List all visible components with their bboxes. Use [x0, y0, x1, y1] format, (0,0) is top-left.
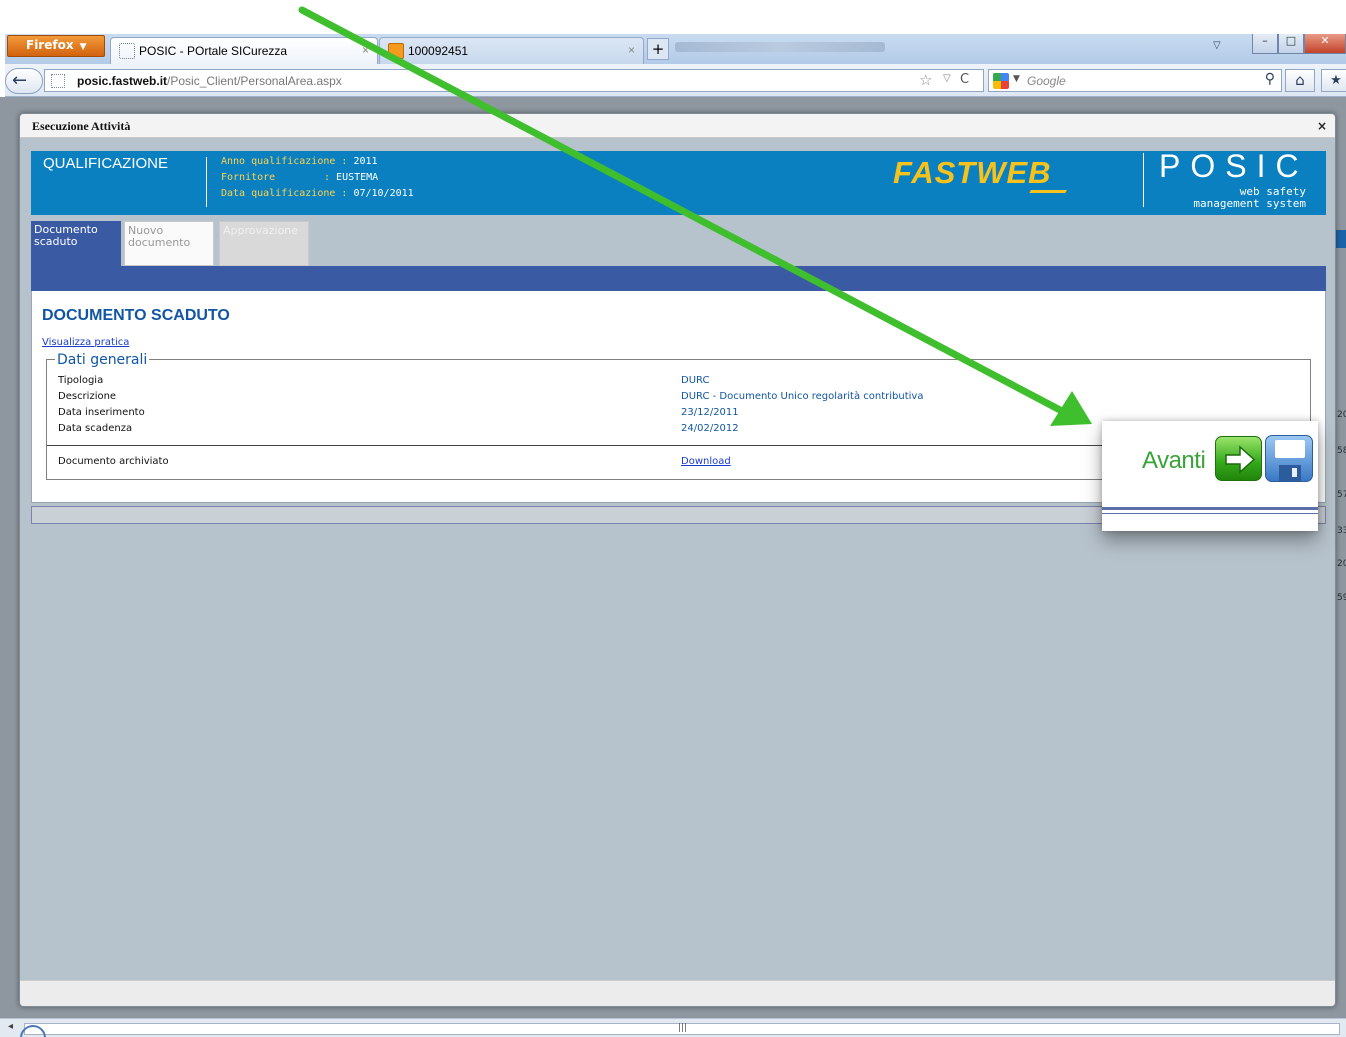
search-icon[interactable]: ⚲ — [1265, 71, 1275, 87]
address-bar[interactable]: posic.fastweb.it/Posic_Client/PersonalAr… — [44, 69, 984, 92]
background-number: 20 — [1337, 410, 1346, 420]
activity-dialog: Esecuzione Attività × QUALIFICAZIONE Ann… — [19, 113, 1336, 1007]
search-placeholder: Google — [1027, 74, 1066, 88]
close-window-button[interactable]: ✕ — [1304, 34, 1346, 54]
new-tab-button[interactable]: + — [647, 38, 669, 60]
search-engine-dropdown-icon[interactable]: ▼ — [1013, 74, 1020, 84]
page-icon — [119, 43, 135, 59]
row-label: Descrizione — [58, 391, 117, 402]
row-label: Data scadenza — [58, 423, 133, 434]
google-icon[interactable] — [993, 73, 1009, 89]
header-field-date: Data qualificazione : 07/10/2011 — [221, 188, 414, 199]
feed-icon — [388, 43, 404, 59]
dialog-footer — [20, 980, 1335, 1006]
history-dropdown-icon[interactable]: ▽ — [943, 73, 951, 84]
close-tab-icon[interactable]: × — [362, 43, 369, 57]
posic-tagline: web safety management system — [1193, 186, 1306, 210]
save-button[interactable] — [1265, 435, 1313, 482]
close-tab-icon[interactable]: × — [628, 43, 635, 57]
horizontal-scrollbar[interactable]: ||| — [24, 1023, 1340, 1035]
callout-divider — [1102, 507, 1318, 510]
view-practice-link[interactable]: Visualizza pratica — [42, 337, 129, 348]
minimize-button[interactable]: – — [1252, 34, 1278, 54]
header-divider — [206, 157, 207, 207]
back-button[interactable]: ← — [5, 68, 43, 94]
bookmarks-icon: ★ — [1330, 73, 1342, 88]
blurred-tab — [675, 42, 885, 52]
scroll-left-icon[interactable]: ◂ — [8, 1021, 13, 1032]
close-dialog-icon[interactable]: × — [1317, 119, 1327, 133]
fastweb-logo-mark — [1029, 187, 1069, 193]
header-field-supplier: Fornitore: EUSTEMA — [221, 172, 379, 183]
posic-logo: POSIC — [1159, 148, 1309, 184]
archived-label: Documento archiviato — [58, 456, 169, 467]
background-number: 59 — [1337, 593, 1346, 603]
row-label: Tipologia — [58, 375, 104, 386]
field-label: Anno qualificazione — [221, 156, 336, 167]
field-label: Fornitore — [221, 172, 276, 183]
background-number: 58 — [1337, 446, 1346, 456]
firefox-menu-button[interactable]: Firefox ▼ — [7, 35, 105, 57]
row-value: 23/12/2011 — [681, 407, 739, 418]
header-divider — [1143, 153, 1144, 207]
tab-title: POSIC - POrtale SICurezza — [139, 44, 288, 58]
tab-approvazione: Approvazione — [219, 221, 309, 266]
back-arrow-icon: ← — [12, 70, 28, 91]
floppy-label-area — [1275, 440, 1305, 458]
row-label: Data inserimento — [58, 407, 145, 418]
background-number: 20 — [1337, 559, 1346, 569]
row-value: 24/02/2012 — [681, 423, 739, 434]
url-host: posic.fastweb.it — [77, 74, 168, 88]
field-value: EUSTEMA — [336, 172, 379, 183]
arrow-right-icon — [1225, 445, 1256, 474]
fieldset-legend: Dati generali — [55, 352, 150, 368]
url-path: /Posic_Client/PersonalArea.aspx — [167, 74, 342, 88]
tab-documento-scaduto[interactable]: Documento scaduto — [31, 221, 121, 266]
next-label: Avanti — [1142, 447, 1206, 474]
home-icon: ⌂ — [1295, 71, 1305, 89]
firefox-menu-label: Firefox — [26, 38, 74, 52]
bookmark-star-icon[interactable]: ☆ — [919, 71, 932, 89]
tab-nuovo-documento[interactable]: Nuovo documento — [124, 221, 214, 266]
reload-icon[interactable]: C — [960, 72, 969, 87]
browser-tab-document[interactable]: 100092451 × — [379, 37, 644, 64]
section-title: QUALIFICAZIONE — [43, 155, 169, 172]
qualification-header: QUALIFICAZIONE Anno qualificazione : 201… — [31, 148, 1326, 215]
fastweb-logo: FASTWEB — [893, 155, 1052, 190]
background-page-element — [1335, 230, 1346, 248]
tab-content-bar — [31, 266, 1326, 291]
chevron-down-icon: ▼ — [79, 42, 87, 52]
floppy-shutter — [1279, 465, 1301, 481]
header-field-year: Anno qualificazione : 2011 — [221, 156, 378, 167]
dialog-title: Esecuzione Attività — [32, 119, 131, 133]
field-value: 2011 — [353, 156, 378, 167]
background-number: 33 — [1337, 526, 1346, 536]
tab-title: 100092451 — [408, 44, 469, 58]
field-label: Data qualificazione — [221, 188, 336, 199]
next-button[interactable] — [1215, 436, 1262, 481]
panel-heading: DOCUMENTO SCADUTO — [42, 307, 230, 324]
home-button[interactable]: ⌂ — [1285, 69, 1315, 92]
address-url[interactable]: posic.fastweb.it/Posic_Client/PersonalAr… — [77, 74, 342, 88]
row-value: DURC — [681, 375, 710, 386]
bookmarks-button[interactable]: ★ — [1321, 69, 1346, 92]
status-bar: ◂ ||| — [0, 1018, 1346, 1037]
tab-list-icon[interactable]: ▽ — [1213, 40, 1221, 51]
tagline-line: management system — [1193, 197, 1306, 210]
site-identity-icon[interactable] — [51, 74, 65, 88]
download-link[interactable]: Download — [681, 456, 731, 467]
buttons-callout: Avanti — [1102, 421, 1318, 531]
browser-tab-posic[interactable]: POSIC - POrtale SICurezza × — [110, 37, 378, 64]
background-number: 57 — [1337, 490, 1346, 500]
dialog-titlebar: Esecuzione Attività × — [20, 114, 1335, 138]
search-bar[interactable]: ▼ Google ⚲ — [988, 69, 1282, 92]
callout-divider — [1102, 513, 1318, 514]
maximize-button[interactable]: □ — [1278, 34, 1304, 54]
field-value: 07/10/2011 — [353, 188, 414, 199]
scrollbar-grip-icon[interactable]: ||| — [678, 1023, 687, 1033]
row-value: DURC - Documento Unico regolarità contri… — [681, 391, 924, 402]
